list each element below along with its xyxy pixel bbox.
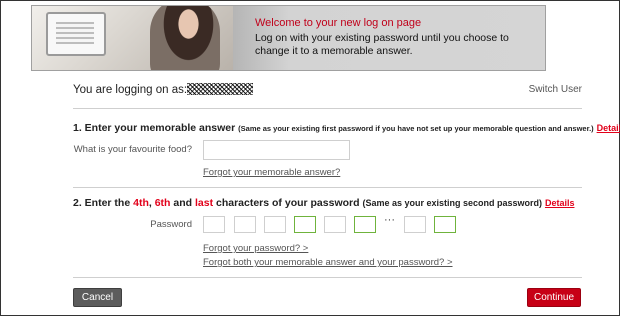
banner-title: Welcome to your new log on page <box>255 17 422 29</box>
password-char-box[interactable] <box>294 216 316 233</box>
memorable-answer-input[interactable] <box>203 140 350 160</box>
password-char-box <box>234 216 256 233</box>
section2-title-suffix: characters of your password <box>215 197 360 209</box>
section1-details-link[interactable]: Details <box>597 123 620 133</box>
char-position-3: last <box>194 197 214 209</box>
section1-title: 1. Enter your memorable answer <box>73 122 236 134</box>
cancel-button[interactable]: Cancel <box>73 288 122 307</box>
char-position-2: 6th <box>154 197 171 209</box>
section2-note: (Same as your existing second password) <box>362 198 543 208</box>
password-ellipsis: ··· <box>384 214 395 226</box>
password-char-box <box>264 216 286 233</box>
section1-heading: 1. Enter your memorable answer (Same as … <box>73 122 620 134</box>
password-label: Password <box>150 219 192 230</box>
forgot-memorable-answer-link[interactable]: Forgot your memorable answer? <box>203 167 340 178</box>
password-char-box[interactable] <box>434 216 456 233</box>
section1-note: (Same as your existing first password if… <box>238 124 594 133</box>
forgot-password-link[interactable]: Forgot your password? > <box>203 243 308 254</box>
char-position-1: 4th <box>133 197 149 209</box>
section2-heading: 2. Enter the 4th, 6th and last character… <box>73 197 574 209</box>
forgot-both-link[interactable]: Forgot both your memorable answer and yo… <box>203 257 453 268</box>
logging-on-as: You are logging on as: <box>73 83 254 96</box>
divider <box>73 108 582 109</box>
device-illustration <box>46 12 106 56</box>
banner-text-panel: Welcome to your new log on page Log on w… <box>233 6 545 70</box>
welcome-banner: Welcome to your new log on page Log on w… <box>31 5 546 71</box>
divider <box>73 277 582 278</box>
switch-user-link[interactable]: Switch User <box>529 84 582 95</box>
banner-subtitle: Log on with your existing password until… <box>255 32 509 57</box>
password-char-box <box>324 216 346 233</box>
divider <box>73 187 582 188</box>
section2-title-prefix: 2. Enter the <box>73 197 131 209</box>
password-char-box <box>404 216 426 233</box>
continue-button[interactable]: Continue <box>527 288 581 307</box>
section2-and: and <box>173 197 193 209</box>
password-char-box <box>203 216 225 233</box>
masked-username <box>187 83 254 95</box>
person-illustration <box>150 6 220 70</box>
section2-details-link[interactable]: Details <box>545 198 575 208</box>
logging-on-as-label: You are logging on as: <box>73 84 188 96</box>
section2-separator: , <box>148 197 152 209</box>
password-char-box[interactable] <box>354 216 376 233</box>
memorable-question-label: What is your favourite food? <box>73 144 192 155</box>
banner-photo <box>32 6 233 70</box>
